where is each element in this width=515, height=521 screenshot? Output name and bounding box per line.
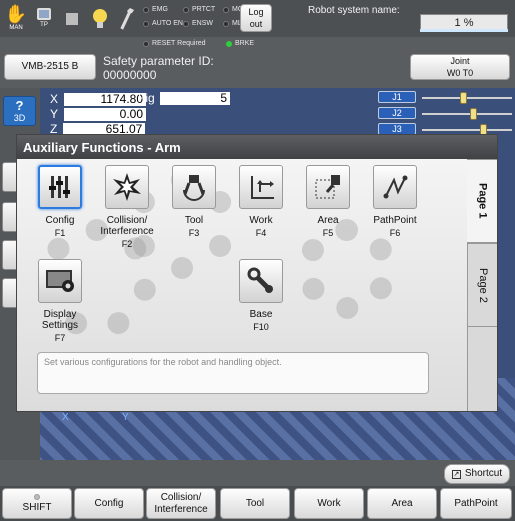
joint-mode-button[interactable]: Joint W0 T0 [410,54,510,80]
safety-parameter: Safety parameter ID: 00000000 [103,54,214,82]
function-tool[interactable]: Tool F3 [163,165,225,238]
description-box: Set various configurations for the robot… [37,352,429,394]
safety-parameter-id: 00000000 [103,68,157,82]
question-icon: ? [15,98,24,113]
fkey-work-button[interactable]: Work [294,488,364,519]
speed-percent-bar [420,29,508,32]
function-base[interactable]: Base F10 [230,259,292,332]
coord-y: Y 0.00 [50,107,147,121]
axis-x-label: X [62,412,69,423]
function-pathpoint[interactable]: PathPoint F6 [364,165,426,238]
tab-page-2[interactable]: Page 2 [467,243,497,327]
config-icon [38,165,82,209]
status-prtct: PRTCT [183,6,215,13]
coord-x: X 1174.80 [50,92,147,106]
logout-button[interactable]: Log out [240,4,272,32]
status-emg: EMG [143,6,168,13]
joint-j1-button[interactable]: J1 [378,91,416,103]
brake-indicator: BRKE [226,40,254,47]
view-3d-button[interactable]: ? 3D [3,96,36,126]
fkey-area-button[interactable]: Area [367,488,437,519]
fkey-config-button[interactable]: Config [74,488,144,519]
function-area[interactable]: Area F5 [297,165,359,238]
dialog-body: Config F1 Collision/ Interference F2 Too… [17,159,467,411]
shortcut-icon: ↗ [451,469,461,479]
fig-value: 5 [160,92,230,105]
tab-page-1[interactable]: Page 1 [467,159,497,243]
joint-j2-slider[interactable] [422,108,512,120]
status-auto-en: AUTO EN [143,20,183,27]
lightbulb-icon[interactable] [88,3,112,35]
function-collision-interference[interactable]: Collision/ Interference F2 [96,165,158,249]
fkey-tool-button[interactable]: Tool [220,488,290,519]
robot-system-name-label: Robot system name: [308,5,400,16]
fkey-pathpoint-button[interactable]: PathPoint [440,488,512,519]
shortcut-button[interactable]: ↗ Shortcut [444,464,510,484]
safety-parameter-label: Safety parameter ID: [103,54,214,68]
joint-j3-slider[interactable] [422,124,512,136]
slider-knob[interactable] [470,108,477,120]
teach-pendant-icon[interactable]: TP [32,3,56,35]
fig-label: Fig [138,91,155,105]
robot-model-button[interactable]: VMB-2515 B [4,54,96,80]
collision-icon [105,165,149,209]
area-icon [306,165,350,209]
auxiliary-functions-dialog: Auxiliary Functions - Arm Config F1 Coll… [16,134,498,412]
work-icon [239,165,283,209]
joint-j1-slider[interactable] [422,92,512,104]
tab-strip-filler [467,327,497,411]
reset-required-indicator: RESET Required [143,40,206,47]
wrench-icon[interactable] [114,3,138,35]
slider-knob[interactable] [460,92,467,104]
status-ensw: ENSW [183,20,213,27]
fkey-collision-interference-button[interactable]: Collision/ Interference [146,488,216,519]
function-config[interactable]: Config F1 [29,165,91,238]
axis-y-label: Y [122,412,129,423]
function-work[interactable]: Work F4 [230,165,292,238]
shift-button[interactable]: SHIFT [2,488,72,519]
tool-icon [172,165,216,209]
function-display-settings[interactable]: Display Settings F7 [29,259,91,343]
base-icon [239,259,283,303]
dialog-title: Auxiliary Functions - Arm [17,135,497,159]
stop-icon[interactable] [60,3,84,35]
man-mode-icon[interactable]: ✋ MAN [4,3,28,35]
pathpoint-icon [373,165,417,209]
display-settings-icon [38,259,82,303]
joint-j2-button[interactable]: J2 [378,107,416,119]
shift-indicator-icon [34,493,40,500]
status-indicators: EMG PRTCT MOTOR AUTO EN ENSW MLCK [143,6,258,34]
